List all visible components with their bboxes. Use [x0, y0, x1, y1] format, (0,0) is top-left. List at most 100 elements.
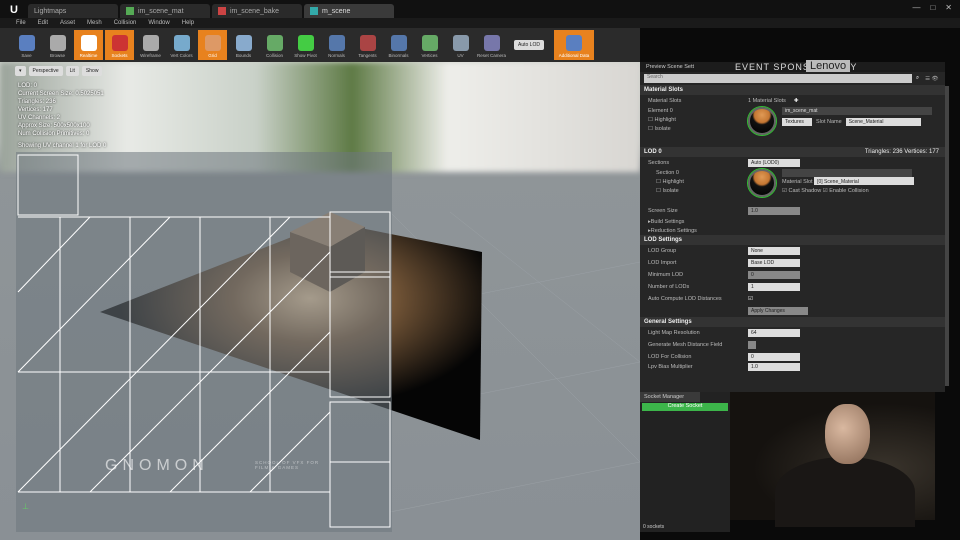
menu-edit[interactable]: Edit [38, 20, 48, 26]
minimize-icon[interactable]: — [912, 3, 920, 12]
menu-file[interactable]: File [16, 20, 26, 26]
material-slots-header[interactable]: Material Slots [640, 85, 945, 95]
section-material-thumbnail[interactable] [747, 168, 777, 198]
textures-dropdown[interactable]: Textures [782, 118, 812, 126]
isolate-checkbox[interactable]: ☐ Isolate [648, 125, 748, 134]
lod-for-collision-input[interactable]: 0 [748, 353, 800, 361]
panel-tab[interactable]: Preview Scene Sett EVENT SPONSORED BY Le… [640, 60, 945, 72]
menu-collision[interactable]: Collision [114, 20, 137, 26]
toolbar-show-pivot-button[interactable]: Show Pivot [291, 30, 320, 60]
tab-lightmaps[interactable]: Lightmaps [28, 4, 118, 18]
toolbar-sockets-button[interactable]: Sockets [105, 30, 134, 60]
light-map-resolution-input[interactable]: 64 [748, 329, 800, 337]
show-pivot-icon [297, 35, 314, 51]
viewport-options-button[interactable]: ▾ [15, 66, 26, 76]
lod-group-dropdown[interactable]: None [748, 247, 800, 255]
lod-settings-header[interactable]: LOD Settings [640, 235, 945, 245]
toolbar-browse-button[interactable]: Browse [43, 30, 72, 60]
details-panel: Preview Scene Sett EVENT SPONSORED BY Le… [640, 60, 949, 392]
perspective-button[interactable]: Perspective [28, 66, 63, 76]
search-icon[interactable]: ⌕ [916, 75, 919, 82]
material-slot-dropdown[interactable]: [0] Scene_Material [814, 177, 915, 185]
lod0-stats: Triangles: 236 Vertices: 177 [864, 149, 939, 155]
lod0-header[interactable]: LOD 0 Triangles: 236 Vertices: 177 [640, 147, 945, 157]
section0-label: Section 0 [656, 170, 679, 176]
tab-im-scene-mat[interactable]: im_scene_mat [120, 4, 210, 18]
close-icon[interactable]: ✕ [945, 3, 952, 12]
apply-changes-button[interactable]: Apply Changes [748, 307, 808, 315]
bounds-icon [235, 35, 252, 51]
vert-colors-icon [173, 35, 190, 51]
highlight-checkbox[interactable]: ☐ Highlight [648, 116, 748, 125]
general-settings-header[interactable]: General Settings [640, 317, 945, 327]
highlight-checkbox[interactable]: ☐ Highlight [656, 178, 748, 187]
lod-group-label: LOD Group [648, 248, 677, 254]
axis-gizmo-icon: ⊥ [22, 502, 29, 511]
toolbar-realtime-button[interactable]: Realtime [74, 30, 103, 60]
toolbar-grid-button[interactable]: Grid [198, 30, 227, 60]
toolbar-tangents-button[interactable]: Tangents [353, 30, 382, 60]
scrollbar[interactable] [945, 86, 949, 386]
toolbar-normals-button[interactable]: Normals [322, 30, 351, 60]
menu-bar: File Edit Asset Mesh Collision Window He… [0, 18, 960, 28]
socket-manager-tab[interactable]: Socket Manager [640, 392, 700, 402]
show-button[interactable]: Show [81, 66, 103, 76]
menu-mesh[interactable]: Mesh [87, 20, 102, 26]
viewport[interactable]: ▾ Perspective Lit Show LOD: 0 Current Sc… [0, 62, 640, 540]
build-settings-expander[interactable]: ▸ Build Settings [640, 217, 945, 226]
realtime-icon [80, 35, 97, 51]
unreal-logo-icon: U [10, 4, 18, 16]
add-slot-icon[interactable]: ✚ [794, 98, 799, 104]
view-options-icon[interactable]: ☰ 👁 [925, 76, 938, 82]
toolbar-reset-camera-button[interactable]: Reset Camera [477, 30, 506, 60]
toolbar-vertices-button[interactable]: Vertices [415, 30, 444, 60]
lit-button[interactable]: Lit [65, 66, 79, 76]
vertices-icon [421, 35, 438, 51]
toolbar-label: Normals [328, 53, 345, 58]
stat-collision: Num Collision Primitives: 0 [18, 131, 90, 137]
material-thumbnail[interactable] [747, 106, 777, 136]
search-input[interactable]: Search [644, 74, 912, 83]
isolate-checkbox[interactable]: ☐ Isolate [656, 187, 748, 196]
slot-name-input[interactable]: Scene_Material [845, 118, 921, 126]
tab-m-scene[interactable]: m_scene [304, 4, 394, 18]
toolbar-label: Tangents [358, 53, 377, 58]
material-dropdown[interactable]: im_scene_mat [782, 107, 932, 115]
lpv-bias-input[interactable]: 1.0 [748, 363, 800, 371]
light-map-resolution-label: Light Map Resolution [648, 330, 700, 336]
create-socket-button[interactable]: Create Socket [642, 403, 728, 411]
minimum-lod-input[interactable]: 0 [748, 271, 800, 279]
toolbar-binormals-button[interactable]: Binormals [384, 30, 413, 60]
additional-data-button[interactable]: Additional Data [553, 30, 594, 60]
tab-label: m_scene [322, 7, 351, 15]
auto-lod-dropdown[interactable]: Auto LOD [514, 40, 544, 50]
toolbar-wireframe-button[interactable]: Wireframe [136, 30, 165, 60]
enable-collision-checkbox[interactable]: ☑ Enable Collision [823, 188, 869, 194]
screen-size-input[interactable]: 1.0 [748, 207, 800, 215]
toolbar-bounds-button[interactable]: Bounds [229, 30, 258, 60]
number-of-lods-input[interactable]: 1 [748, 283, 800, 291]
toolbar-uv-button[interactable]: UV [446, 30, 475, 60]
toolbar-collision-button[interactable]: Collision [260, 30, 289, 60]
cast-shadow-checkbox[interactable]: ☑ Cast Shadow [782, 188, 821, 194]
stat-triangles: Triangles: 236 [18, 99, 56, 105]
menu-help[interactable]: Help [182, 20, 194, 26]
socket-count: 0 sockets [643, 524, 665, 530]
auto-compute-checkbox[interactable]: ☑ [748, 296, 753, 302]
toolbar-label: Bounds [235, 53, 252, 58]
menu-asset[interactable]: Asset [60, 20, 75, 26]
toolbar-vert-colors-button[interactable]: Vert Colors [167, 30, 196, 60]
additional-data-icon [565, 35, 582, 51]
material-slot-label: Material Slot [782, 179, 813, 185]
auto-compute-label: Auto Compute LOD Distances [648, 296, 722, 302]
tab-im-scene-bake[interactable]: im_scene_bake [212, 4, 302, 18]
toolbar-label: Vertices [421, 53, 438, 58]
distance-field-checkbox[interactable] [748, 341, 756, 349]
lod-import-dropdown[interactable]: Base LOD [748, 259, 800, 267]
lenovo-logo: Lenovo [806, 60, 851, 72]
toolbar-save-button[interactable]: Save [12, 30, 41, 60]
menu-window[interactable]: Window [148, 20, 169, 26]
reduction-settings-expander[interactable]: ▸ Reduction Settings [640, 226, 945, 235]
sections-dropdown[interactable]: Auto (LOD0) [748, 159, 800, 167]
maximize-icon[interactable]: □ [930, 3, 935, 12]
